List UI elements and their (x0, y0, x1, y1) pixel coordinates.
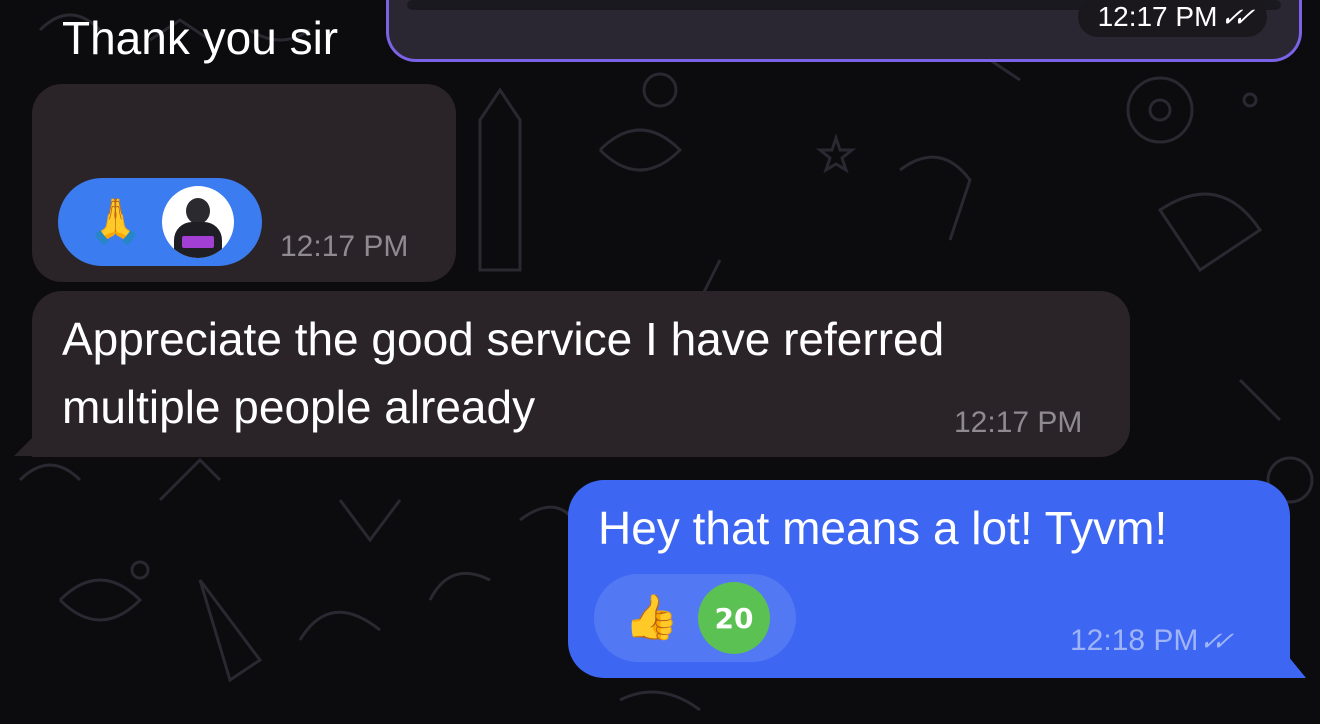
message-meta: 12:17 PM ✓✓ (1077, 0, 1267, 37)
incoming-message-bubble[interactable]: Appreciate the good service I have refer… (32, 291, 1130, 457)
reaction-chip[interactable]: 👍 20 (594, 574, 796, 662)
message-text-line: multiple people already (62, 381, 536, 433)
reaction-count-badge: 20 (698, 582, 770, 654)
outgoing-message-bubble-previous[interactable]: 12:17 PM ✓✓ (386, 0, 1302, 62)
message-time: 12:17 PM (954, 406, 1083, 439)
reaction-chip[interactable]: 🙏 (58, 178, 262, 266)
outgoing-message-bubble[interactable]: Hey that means a lot! Tyvm! 👍 20 12:18 P… (568, 480, 1290, 678)
bubble-tail (1288, 656, 1306, 678)
avatar (162, 186, 234, 258)
chat-view: 12:17 PM ✓✓ Thank you sir 🙏 12:17 PM App… (0, 0, 1320, 724)
double-check-icon: ✓✓ (1218, 1, 1253, 32)
message-text-line: Appreciate the good service I have refer… (62, 313, 945, 365)
message-text: Appreciate the good service I have refer… (62, 305, 944, 441)
double-check-icon: ✓✓ (1197, 625, 1232, 656)
thumbs-up-icon: 👍 (624, 593, 679, 642)
bubble-tail (14, 436, 34, 456)
message-time: 12:17 PM (280, 230, 409, 263)
message-meta: 12:18 PM ✓✓ (1070, 624, 1232, 658)
message-time: 12:17 PM (1097, 1, 1218, 32)
message-text: Hey that means a lot! Tyvm! (598, 502, 1168, 554)
incoming-message-bubble[interactable]: Thank you sir 🙏 12:17 PM (32, 12, 456, 282)
folded-hands-icon: 🙏 (88, 197, 143, 246)
message-text: Thank you sir (62, 12, 339, 64)
message-time: 12:18 PM (1070, 624, 1199, 657)
